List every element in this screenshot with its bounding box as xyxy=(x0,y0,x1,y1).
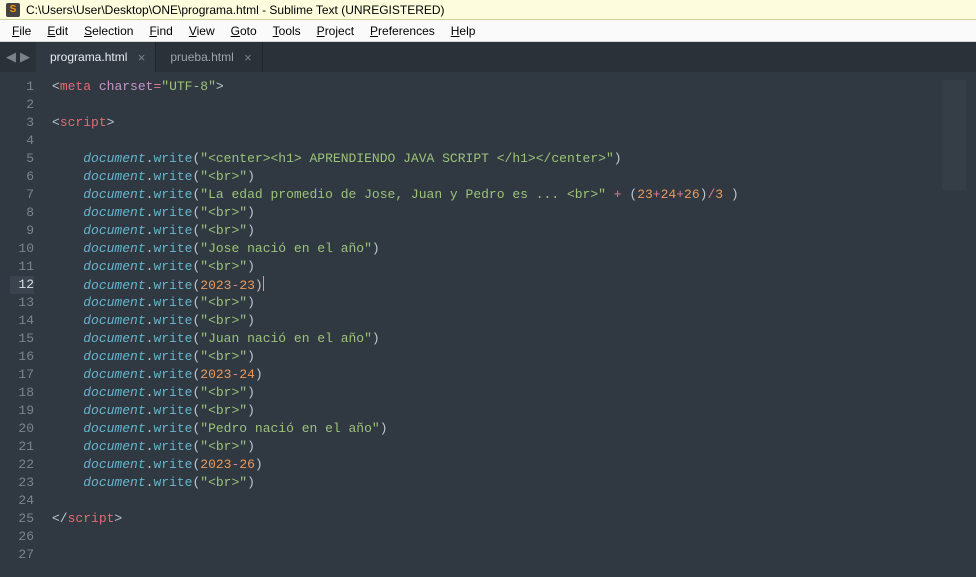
line-number[interactable]: 27 xyxy=(10,546,34,564)
line-number[interactable]: 5 xyxy=(10,150,34,168)
minimap-preview xyxy=(942,80,966,190)
line-number[interactable]: 20 xyxy=(10,420,34,438)
line-number[interactable]: 3 xyxy=(10,114,34,132)
code-line[interactable]: document.write("<br>") xyxy=(52,204,936,222)
menu-file[interactable]: File xyxy=(4,22,39,40)
gutter: 1234567891011121314151617181920212223242… xyxy=(0,72,44,577)
code-line[interactable]: document.write("La edad promedio de Jose… xyxy=(52,186,936,204)
tab-label: programa.html xyxy=(50,50,127,64)
code-line[interactable]: <meta charset="UTF-8"> xyxy=(52,78,936,96)
code-line[interactable]: document.write("Jose nació en el año") xyxy=(52,240,936,258)
code-line[interactable]: document.write(2023-26) xyxy=(52,456,936,474)
line-number[interactable]: 23 xyxy=(10,474,34,492)
line-number[interactable]: 19 xyxy=(10,402,34,420)
code-line[interactable] xyxy=(52,132,936,150)
line-number[interactable]: 6 xyxy=(10,168,34,186)
line-number[interactable]: 18 xyxy=(10,384,34,402)
tab-nav-forward-icon[interactable]: ▶ xyxy=(20,49,30,65)
line-number[interactable]: 24 xyxy=(10,492,34,510)
window-title: C:\Users\User\Desktop\ONE\programa.html … xyxy=(26,3,445,17)
code-line[interactable]: document.write(2023-23) xyxy=(52,276,936,294)
menu-tools[interactable]: Tools xyxy=(265,22,309,40)
code-line[interactable]: document.write("<br>") xyxy=(52,294,936,312)
code-line[interactable] xyxy=(52,96,936,114)
code-line[interactable]: document.write("<br>") xyxy=(52,474,936,492)
close-icon[interactable]: × xyxy=(244,50,252,65)
app-icon: S xyxy=(6,3,20,17)
line-number[interactable]: 13 xyxy=(10,294,34,312)
code-line[interactable]: document.write("<br>") xyxy=(52,348,936,366)
title-bar: S C:\Users\User\Desktop\ONE\programa.htm… xyxy=(0,0,976,20)
line-number[interactable]: 9 xyxy=(10,222,34,240)
tab-programa-html[interactable]: programa.html × xyxy=(36,42,156,72)
tab-prueba-html[interactable]: prueba.html × xyxy=(156,42,262,72)
tab-nav: ◀ ▶ xyxy=(0,42,36,72)
menu-help[interactable]: Help xyxy=(443,22,484,40)
code-line[interactable]: document.write(2023-24) xyxy=(52,366,936,384)
line-number[interactable]: 17 xyxy=(10,366,34,384)
tab-label: prueba.html xyxy=(170,50,233,64)
line-number[interactable]: 2 xyxy=(10,96,34,114)
code-line[interactable]: document.write("Juan nació en el año") xyxy=(52,330,936,348)
text-cursor xyxy=(263,276,264,291)
menu-project[interactable]: Project xyxy=(309,22,362,40)
code-line[interactable]: document.write("<br>") xyxy=(52,402,936,420)
code-line[interactable] xyxy=(52,528,936,546)
line-number[interactable]: 1 xyxy=(10,78,34,96)
line-number[interactable]: 15 xyxy=(10,330,34,348)
code-line[interactable] xyxy=(52,492,936,510)
line-number[interactable]: 7 xyxy=(10,186,34,204)
line-number[interactable]: 11 xyxy=(10,258,34,276)
code-line[interactable]: document.write("<br>") xyxy=(52,258,936,276)
minimap[interactable] xyxy=(936,72,976,577)
tab-row: ◀ ▶ programa.html × prueba.html × xyxy=(0,42,976,72)
line-number[interactable]: 22 xyxy=(10,456,34,474)
menu-find[interactable]: Find xyxy=(141,22,180,40)
menu-preferences[interactable]: Preferences xyxy=(362,22,443,40)
menu-view[interactable]: View xyxy=(181,22,223,40)
code-line[interactable]: <script> xyxy=(52,114,936,132)
line-number[interactable]: 12 xyxy=(10,276,34,294)
menu-selection[interactable]: Selection xyxy=(76,22,141,40)
close-icon[interactable]: × xyxy=(138,50,146,65)
editor[interactable]: 1234567891011121314151617181920212223242… xyxy=(0,72,976,577)
line-number[interactable]: 14 xyxy=(10,312,34,330)
code-line[interactable]: document.write("<br>") xyxy=(52,438,936,456)
code-line[interactable]: document.write("<center><h1> APRENDIENDO… xyxy=(52,150,936,168)
tab-nav-back-icon[interactable]: ◀ xyxy=(6,49,16,65)
line-number[interactable]: 25 xyxy=(10,510,34,528)
menu-goto[interactable]: Goto xyxy=(223,22,265,40)
menu-bar: FileEditSelectionFindViewGotoToolsProjec… xyxy=(0,20,976,42)
line-number[interactable]: 10 xyxy=(10,240,34,258)
line-number[interactable]: 26 xyxy=(10,528,34,546)
line-number[interactable]: 21 xyxy=(10,438,34,456)
code-line[interactable]: document.write("<br>") xyxy=(52,222,936,240)
code-line[interactable]: document.write("Pedro nació en el año") xyxy=(52,420,936,438)
line-number[interactable]: 8 xyxy=(10,204,34,222)
line-number[interactable]: 4 xyxy=(10,132,34,150)
code-line[interactable]: </script> xyxy=(52,510,936,528)
code-area[interactable]: <meta charset="UTF-8"> <script> document.… xyxy=(44,72,936,577)
line-number[interactable]: 16 xyxy=(10,348,34,366)
menu-edit[interactable]: Edit xyxy=(39,22,76,40)
code-line[interactable]: document.write("<br>") xyxy=(52,312,936,330)
code-line[interactable]: document.write("<br>") xyxy=(52,168,936,186)
code-line[interactable]: document.write("<br>") xyxy=(52,384,936,402)
code-line[interactable] xyxy=(52,546,936,564)
